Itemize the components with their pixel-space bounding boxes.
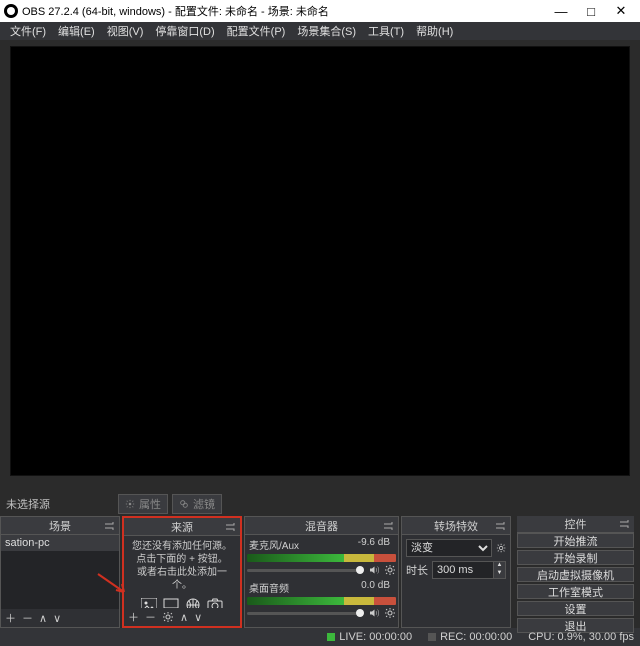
- menu-scenecoll[interactable]: 场景集合(S): [291, 23, 362, 39]
- gear-icon: [125, 499, 135, 509]
- sources-empty[interactable]: 您还没有添加任何源。 点击下面的 + 按钮。 或者右击此处添加一个。: [124, 536, 240, 608]
- speaker-icon[interactable]: [368, 607, 380, 619]
- globe-icon: [185, 598, 201, 608]
- cpu-status: CPU: 0.9%, 30.00 fps: [528, 631, 634, 643]
- menu-view[interactable]: 视图(V): [101, 23, 150, 39]
- mixer-header[interactable]: 混音器: [245, 517, 398, 535]
- menubar: 文件(F) 编辑(E) 视图(V) 停靠窗口(D) 配置文件(P) 场景集合(S…: [0, 22, 640, 40]
- remove-source-button[interactable]: －: [145, 609, 156, 625]
- mixer-channel-desktop: 桌面音频 0.0 dB: [247, 580, 396, 619]
- channel-db: 0.0 dB: [361, 580, 390, 595]
- scene-down-button[interactable]: ∨: [53, 612, 61, 625]
- popout-icon[interactable]: [618, 518, 630, 530]
- transition-select[interactable]: 淡变: [406, 539, 492, 557]
- popout-icon[interactable]: [382, 520, 394, 532]
- filters-button[interactable]: 滤镜: [172, 494, 222, 514]
- scenes-footer: ＋ － ∧ ∨: [1, 609, 119, 627]
- scenes-panel: 场景 sation-pc ＋ － ∧ ∨: [0, 516, 120, 628]
- gear-icon[interactable]: [384, 607, 396, 619]
- statusbar: LIVE: 00:00:00 REC: 00:00:00 CPU: 0.9%, …: [0, 628, 640, 646]
- gear-icon: [162, 611, 174, 623]
- source-down-button[interactable]: ∨: [194, 611, 202, 624]
- camera-icon: [207, 598, 223, 608]
- channel-db: -9.6 dB: [358, 537, 390, 552]
- preview-area[interactable]: [10, 46, 630, 476]
- menu-file[interactable]: 文件(F): [4, 23, 52, 39]
- menu-profile[interactable]: 配置文件(P): [221, 23, 292, 39]
- window-title: OBS 27.2.4 (64-bit, windows) - 配置文件: 未命名…: [22, 3, 546, 19]
- controls-header[interactable]: 控件: [517, 516, 634, 533]
- mixer-panel: 混音器 麦克风/Aux -9.6 dB 桌面音频 0.0 dB: [244, 516, 399, 628]
- sources-header[interactable]: 来源: [124, 518, 240, 536]
- transitions-panel: 转场特效 淡变 时长 300 ms ▲▼: [401, 516, 511, 628]
- minimize-button[interactable]: ―: [546, 0, 576, 22]
- channel-name: 桌面音频: [249, 580, 289, 595]
- dock-panels: 场景 sation-pc ＋ － ∧ ∨ 来源 您还没有添加任何源。 点击下面的…: [0, 516, 640, 628]
- menu-dock[interactable]: 停靠窗口(D): [149, 23, 220, 39]
- vu-meter: [247, 554, 396, 562]
- scene-up-button[interactable]: ∧: [39, 612, 47, 625]
- popout-icon[interactable]: [494, 520, 506, 532]
- menu-tools[interactable]: 工具(T): [362, 23, 410, 39]
- remove-scene-button[interactable]: －: [22, 610, 33, 626]
- transitions-header[interactable]: 转场特效: [402, 517, 510, 535]
- gear-icon[interactable]: [496, 542, 506, 554]
- menu-edit[interactable]: 编辑(E): [52, 23, 101, 39]
- sources-footer: ＋ － ∧ ∨: [124, 608, 240, 626]
- add-source-button[interactable]: ＋: [128, 609, 139, 625]
- add-scene-button[interactable]: ＋: [5, 610, 16, 626]
- image-icon: [141, 598, 157, 608]
- app-icon: [4, 4, 18, 18]
- duration-spinner[interactable]: 300 ms ▲▼: [432, 561, 506, 579]
- titlebar: OBS 27.2.4 (64-bit, windows) - 配置文件: 未命名…: [0, 0, 640, 22]
- start-streaming-button[interactable]: 开始推流: [517, 533, 634, 548]
- vu-meter: [247, 597, 396, 605]
- properties-button[interactable]: 属性: [118, 494, 168, 514]
- rec-status: REC: 00:00:00: [428, 631, 512, 643]
- duration-label: 时长: [406, 562, 428, 578]
- controls-panel: 控件 开始推流 开始录制 启动虚拟摄像机 工作室模式 设置 退出: [513, 516, 638, 628]
- spin-down-icon[interactable]: ▼: [493, 570, 505, 578]
- no-source-label: 未选择源: [6, 496, 50, 512]
- rec-indicator-icon: [428, 633, 436, 641]
- volume-slider[interactable]: [247, 569, 364, 572]
- spin-up-icon[interactable]: ▲: [493, 562, 505, 570]
- filter-icon: [179, 499, 189, 509]
- scenes-header[interactable]: 场景: [1, 517, 119, 535]
- speaker-icon[interactable]: [368, 564, 380, 576]
- live-indicator-icon: [327, 633, 335, 641]
- channel-name: 麦克风/Aux: [249, 537, 299, 552]
- studio-mode-button[interactable]: 工作室模式: [517, 584, 634, 599]
- maximize-button[interactable]: □: [576, 0, 606, 22]
- source-settings-button[interactable]: [162, 611, 174, 623]
- gear-icon[interactable]: [384, 564, 396, 576]
- start-recording-button[interactable]: 开始录制: [517, 550, 634, 565]
- source-up-button[interactable]: ∧: [180, 611, 188, 624]
- volume-slider[interactable]: [247, 612, 364, 615]
- live-status: LIVE: 00:00:00: [327, 631, 412, 643]
- close-button[interactable]: ✕: [606, 0, 636, 22]
- settings-button[interactable]: 设置: [517, 601, 634, 616]
- sources-panel: 来源 您还没有添加任何源。 点击下面的 + 按钮。 或者右击此处添加一个。 ＋ …: [122, 516, 242, 628]
- scene-item[interactable]: sation-pc: [1, 535, 119, 551]
- popout-icon[interactable]: [224, 521, 236, 533]
- mixer-channel-mic: 麦克风/Aux -9.6 dB: [247, 537, 396, 576]
- popout-icon[interactable]: [103, 520, 115, 532]
- start-virtual-cam-button[interactable]: 启动虚拟摄像机: [517, 567, 634, 582]
- source-toolbar: 未选择源 属性 滤镜: [0, 492, 640, 516]
- menu-help[interactable]: 帮助(H): [410, 23, 459, 39]
- monitor-icon: [163, 598, 179, 608]
